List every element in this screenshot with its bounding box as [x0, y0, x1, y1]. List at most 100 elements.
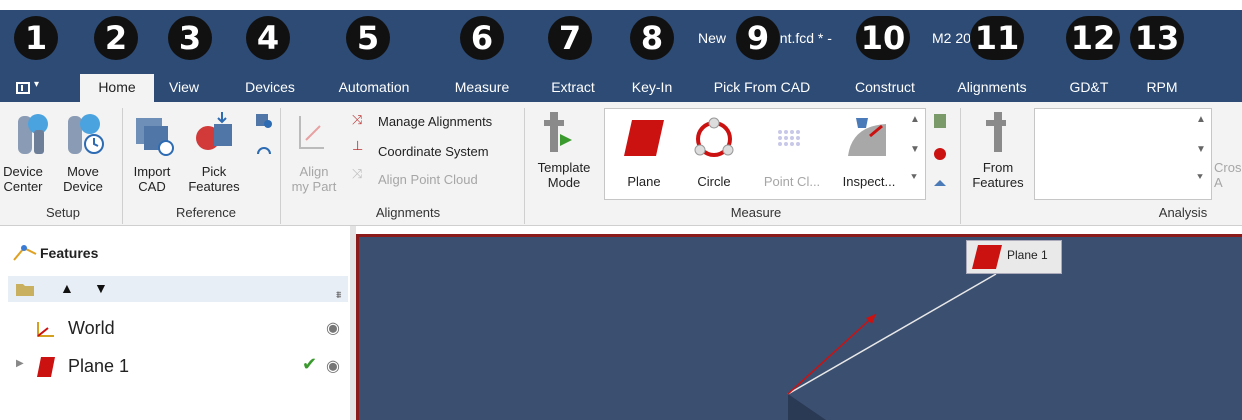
move-device-button[interactable]: Move Device	[52, 164, 114, 194]
tree-label: Plane 1	[68, 356, 130, 376]
analysis-scroll-up-icon[interactable]: ▲	[1196, 114, 1206, 125]
plane-icon	[624, 120, 664, 156]
callout-badge: 3	[168, 16, 212, 60]
toolbar-overflow-icon[interactable]: ⩩	[336, 290, 341, 301]
ribbon-separator	[280, 108, 281, 224]
features-icon	[13, 245, 37, 261]
app-menu-icon	[16, 82, 30, 94]
manage-alignments-button[interactable]: Manage Alignments	[378, 114, 492, 129]
world-axes-icon	[37, 322, 54, 337]
callout-badge: 11	[970, 16, 1024, 60]
plane-feature-icon	[37, 357, 55, 377]
callout-badge: 4	[246, 16, 290, 60]
plane-tag-icon	[972, 245, 1002, 269]
cross-section-button[interactable]: Cros A	[1214, 160, 1242, 190]
plane-button[interactable]: Plane	[616, 174, 672, 189]
device-center-button[interactable]: Device Center	[0, 164, 46, 194]
analysis-scroll-down-icon[interactable]: ▼	[1196, 144, 1206, 155]
tab-view[interactable]: View	[160, 74, 208, 102]
ribbon-separator	[122, 108, 123, 224]
plane-tag-label: Plane 1	[1007, 248, 1048, 262]
point-cloud-button[interactable]: Point Cl...	[756, 174, 828, 189]
chevron-down-icon: ▾	[34, 79, 40, 90]
expand-arrow-icon[interactable]: ▶	[16, 358, 24, 369]
eye-icon[interactable]: ◉	[326, 356, 340, 376]
group-label-measure: Measure	[730, 205, 782, 220]
cad-visibility-icon[interactable]	[254, 112, 274, 130]
gallery-scroll-up-icon[interactable]: ▲	[910, 114, 920, 125]
window-title-left: New	[698, 30, 727, 46]
tab-measure[interactable]: Measure	[444, 74, 520, 102]
tab-extract[interactable]: Extract	[540, 74, 606, 102]
point-cloud-icon	[778, 130, 800, 146]
callout-badge: 12	[1066, 16, 1120, 60]
check-icon: ✔	[302, 354, 318, 374]
tab-pick-from-cad[interactable]: Pick From CAD	[704, 74, 820, 102]
pick-features-icon	[196, 112, 232, 150]
tab-gdt[interactable]: GD&T	[1060, 74, 1118, 102]
callout-badge: 6	[460, 16, 504, 60]
move-device-icon	[68, 114, 104, 154]
template-mode-button[interactable]: Template Mode	[532, 160, 596, 190]
gallery-expand-icon[interactable]: ⯆	[910, 172, 918, 183]
tree-row-plane-1[interactable]: ▶ Plane 1 ✔ ◉	[0, 352, 350, 382]
window-top-edge	[0, 0, 1242, 10]
coordinate-system-button[interactable]: Coordinate System	[378, 144, 489, 159]
viewport-scene	[787, 273, 997, 420]
add-folder-icon[interactable]	[14, 280, 38, 298]
align-point-cloud-icon: ⤨	[352, 166, 363, 181]
tab-home[interactable]: Home	[80, 74, 154, 102]
group-label-alignments: Alignments	[375, 205, 441, 220]
window-title-right: M2 20	[932, 30, 971, 46]
tab-automation[interactable]: Automation	[326, 74, 422, 102]
cad-link-icon[interactable]	[254, 140, 274, 158]
callout-badge: 8	[630, 16, 674, 60]
import-cad-icon	[136, 118, 174, 156]
from-features-icon	[986, 112, 1006, 152]
callout-badge: 1	[14, 16, 58, 60]
panel-toolbar	[8, 276, 348, 302]
measure-side-icons[interactable]	[930, 110, 952, 200]
callout-badge: 5	[346, 16, 390, 60]
tab-key-in[interactable]: Key-In	[622, 74, 682, 102]
tree-label: World	[68, 318, 115, 338]
circle-button[interactable]: Circle	[684, 174, 744, 189]
inspect-icon	[848, 118, 886, 156]
tab-devices[interactable]: Devices	[234, 74, 306, 102]
analysis-gallery	[1034, 108, 1212, 200]
ribbon-separator	[524, 108, 525, 224]
from-features-button[interactable]: From Features	[968, 160, 1028, 190]
align-point-cloud-button[interactable]: Align Point Cloud	[378, 172, 478, 187]
import-cad-button[interactable]: Import CAD	[128, 164, 176, 194]
move-down-icon[interactable]: ▼	[94, 280, 108, 296]
group-label-reference: Reference	[176, 205, 236, 220]
align-my-part-icon	[299, 116, 324, 149]
coordinate-system-icon: ⊥	[352, 138, 364, 153]
template-mode-icon	[544, 112, 572, 152]
callout-badge: 13	[1130, 16, 1184, 60]
panel-title: Features	[40, 245, 99, 261]
tab-construct[interactable]: Construct	[842, 74, 928, 102]
app-menu-button[interactable]: ▾	[14, 77, 48, 99]
callout-badge: 2	[94, 16, 138, 60]
ribbon-separator	[960, 108, 961, 224]
callout-badge: 10	[856, 16, 910, 60]
tab-rpm[interactable]: RPM	[1136, 74, 1188, 102]
circle-icon	[694, 117, 734, 157]
gallery-scroll-down-icon[interactable]: ▼	[910, 144, 920, 155]
callout-badge: 9	[736, 16, 780, 60]
device-center-icon	[18, 114, 48, 154]
move-up-icon[interactable]: ▲	[60, 280, 74, 296]
group-label-setup: Setup	[46, 205, 80, 220]
manage-alignments-icon: ⤨	[352, 112, 363, 127]
inspect-button[interactable]: Inspect...	[832, 174, 906, 189]
group-label-analysis: Analysis	[1158, 205, 1208, 220]
align-my-part-button[interactable]: Align my Part	[286, 164, 342, 194]
tree-row-world[interactable]: World ◉	[0, 314, 350, 344]
callout-badge: 7	[548, 16, 592, 60]
tab-alignments[interactable]: Alignments	[946, 74, 1038, 102]
pick-features-button[interactable]: Pick Features	[184, 164, 244, 194]
analysis-expand-icon[interactable]: ⯆	[1196, 172, 1204, 183]
window-title-mid: ent.fcd * -	[772, 30, 832, 46]
eye-icon[interactable]: ◉	[326, 318, 340, 338]
